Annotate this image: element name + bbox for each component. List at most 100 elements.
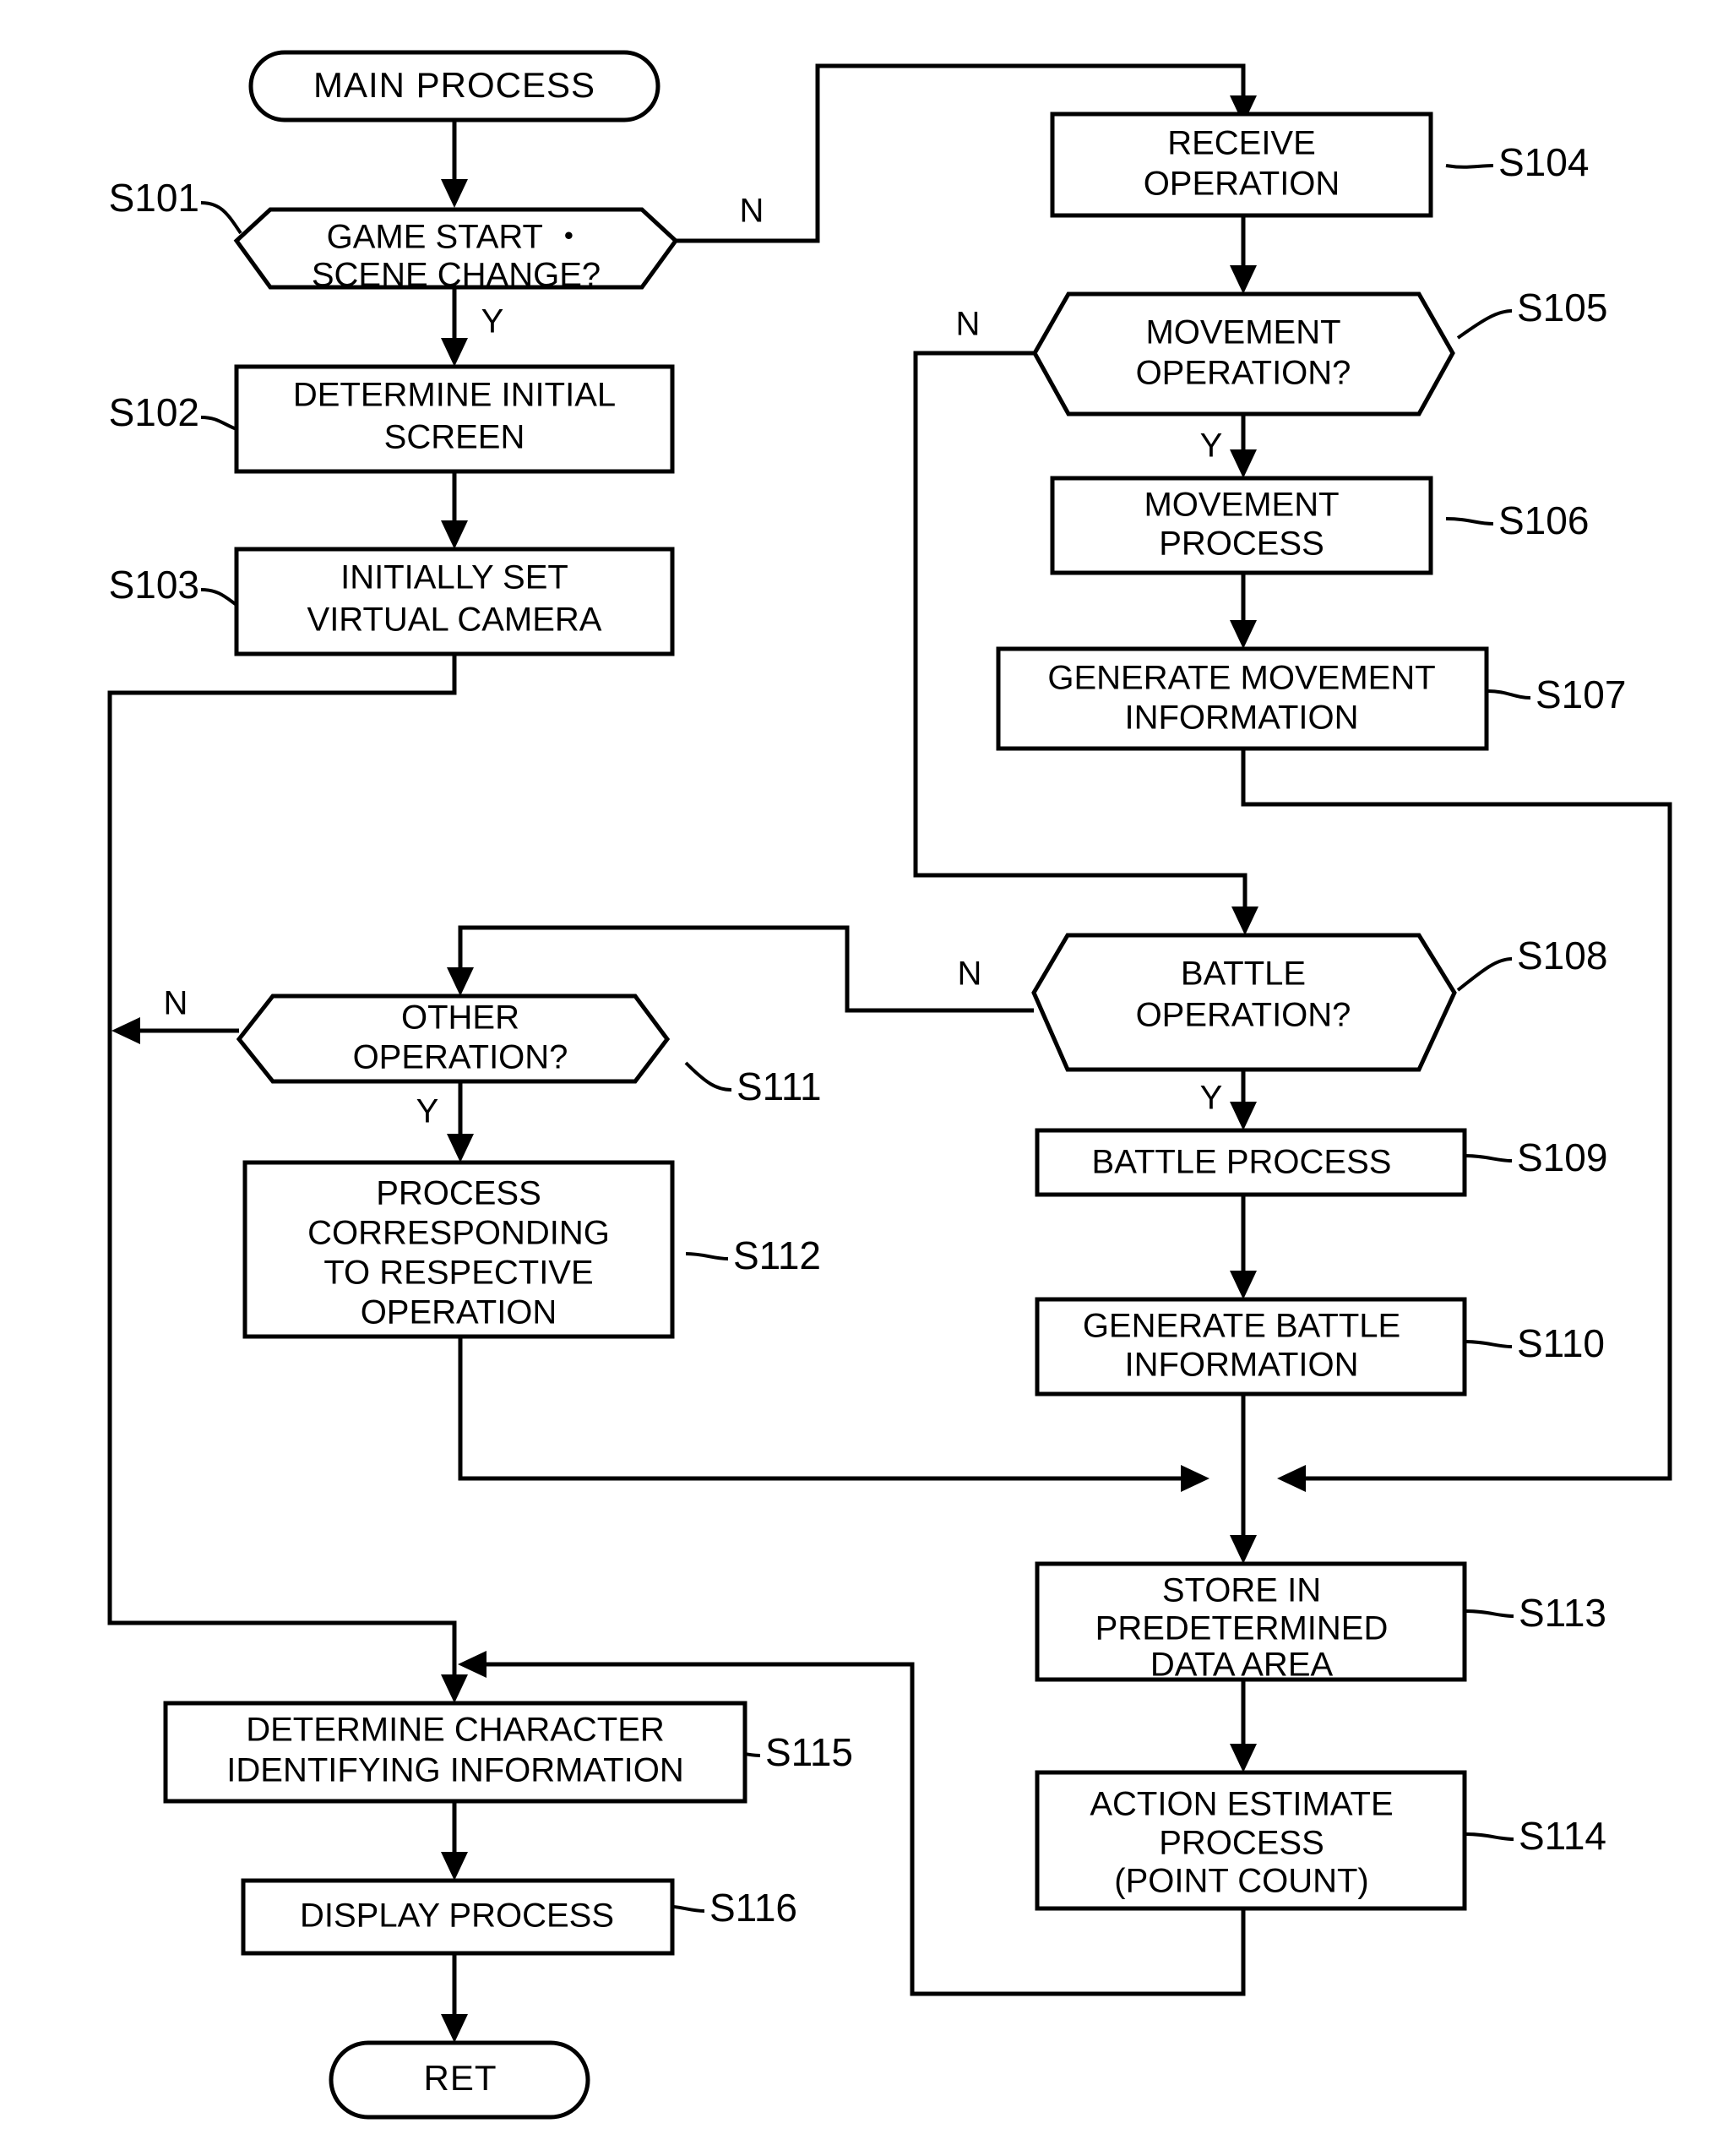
arrowhead-s112-to-junction [1181,1465,1209,1492]
s108-label-line1: BATTLE [1181,956,1306,993]
node-s110: GENERATE BATTLE INFORMATION S110 [1035,1297,1605,1396]
s114-label-line1: ACTION ESTIMATE [1090,1786,1393,1823]
arrowhead-s111-no-to-rail [111,1017,140,1044]
s106-label-line1: MOVEMENT [1144,487,1339,524]
s107-label-line1: GENERATE MOVEMENT [1047,660,1435,697]
node-s116: DISPLAY PROCESS S116 [241,1878,797,1956]
s114-label-line3: (POINT COUNT) [1114,1863,1368,1900]
node-s111: OTHER OPERATION? S111 N Y [164,985,822,1130]
node-end: RET [329,2040,590,2120]
s101-branch-yes: Y [481,303,504,340]
s103-label-line2: VIRTUAL CAMERA [307,602,602,639]
s110-label-line2: INFORMATION [1124,1347,1358,1384]
s101-branch-no: N [740,193,764,230]
arrowhead-start-to-s101 [441,179,468,208]
node-s103: INITIALLY SET VIRTUAL CAMERA S103 [109,547,675,656]
s111-label-line2: OPERATION? [353,1039,568,1076]
s112-label-line3: TO RESPECTIVE [323,1255,593,1292]
start-label: MAIN PROCESS [313,65,595,105]
s113-label-line3: DATA AREA [1150,1647,1334,1684]
s105-step-id: S105 [1517,286,1607,329]
arrowhead-s105-yes-to-s106 [1230,449,1257,478]
s107-label-line2: INFORMATION [1124,700,1358,737]
s112-step-id: S112 [733,1233,821,1277]
arrowhead-s103-to-s115 [441,1674,468,1703]
s102-step-id: S102 [109,390,199,434]
leader-s112 [685,1252,729,1260]
s111-branch-yes: Y [416,1093,439,1130]
arrowhead-s111-yes-to-s112 [447,1134,474,1162]
node-s102: DETERMINE INITIAL SCREEN S102 [109,364,675,474]
node-s109: BATTLE PROCESS S109 [1035,1128,1607,1197]
s104-label-line2: OPERATION [1144,166,1340,203]
s111-branch-no: N [164,985,188,1022]
node-s115: DETERMINE CHARACTER IDENTIFYING INFORMAT… [163,1701,853,1804]
arrowhead-s104-to-s105 [1230,265,1257,294]
s105-label-line1: MOVEMENT [1145,314,1340,351]
arrowhead-s106-to-s107 [1230,620,1257,649]
s105-branch-no: N [956,306,981,343]
leader-s105 [1456,309,1513,340]
arrowhead-s113-to-s114 [1230,1744,1257,1772]
s113-label-line1: STORE IN [1162,1572,1321,1609]
arrowhead-s110-to-s113 [1230,1535,1257,1564]
arrowhead-s101-yes-to-s102 [441,338,468,367]
arrowhead-s102-to-s103 [441,520,468,549]
s109-step-id: S109 [1517,1135,1607,1179]
node-s113: STORE IN PREDETERMINED DATA AREA S113 [1035,1561,1606,1684]
s101-label-line2: SCENE CHANGE? [312,257,601,294]
node-s107: GENERATE MOVEMENT INFORMATION S107 [996,646,1626,751]
node-s108: BATTLE OPERATION? S108 N Y [958,933,1607,1117]
node-s106: MOVEMENT PROCESS S106 [1050,476,1589,575]
s104-label-line1: RECEIVE [1167,125,1316,162]
leader-s106 [1445,517,1494,525]
s104-step-id: S104 [1498,140,1589,184]
node-start: MAIN PROCESS [248,50,660,122]
arrowhead-s107-to-junction [1277,1465,1306,1492]
s102-label-line1: DETERMINE INITIAL [293,377,616,414]
s103-step-id: S103 [109,563,199,607]
s105-branch-yes: Y [1200,427,1223,465]
arrowhead-s108-no-to-s111 [447,967,474,996]
connector-s105-no-to-s108 [913,351,1248,919]
s112-label-line2: CORRESPONDING [307,1215,610,1252]
s115-label-line1: DETERMINE CHARACTER [246,1712,665,1749]
arrowhead-s108-yes-to-s109 [1230,1102,1257,1130]
node-s114: ACTION ESTIMATE PROCESS (POINT COUNT) S1… [1035,1770,1606,1911]
leader-s107 [1487,689,1531,700]
s108-branch-no: N [958,956,982,993]
s108-branch-yes: Y [1200,1080,1223,1117]
node-s104: RECEIVE OPERATION S104 [1050,112,1589,218]
s111-label-line1: OTHER [401,999,519,1037]
leader-s111 [684,1061,732,1092]
leader-s110 [1464,1340,1513,1348]
s110-step-id: S110 [1517,1321,1605,1365]
s101-step-id: S101 [109,176,199,220]
s111-step-id: S111 [737,1064,822,1108]
s102-label-line2: SCREEN [384,419,525,456]
leader-s108 [1456,957,1513,992]
s103-label-line1: INITIALLY SET [340,559,568,596]
leader-s101 [200,201,242,235]
arrowhead-s105-no-to-s108 [1231,906,1258,935]
arrowhead-s116-to-ret [441,2014,468,2043]
node-s112: PROCESS CORRESPONDING TO RESPECTIVE OPER… [242,1160,821,1339]
s106-label-line2: PROCESS [1159,525,1324,563]
flowchart-svg: MAIN PROCESS GAME START ・ SCENE CHANGE? … [107,50,1672,2120]
s113-step-id: S113 [1519,1591,1606,1635]
leader-s104 [1445,164,1494,169]
leader-s109 [1464,1154,1513,1162]
arrowhead-s109-to-s110 [1230,1271,1257,1299]
arrowhead-s114-to-s115 [458,1651,486,1678]
leader-s113 [1465,1609,1514,1618]
s108-step-id: S108 [1517,934,1607,977]
s113-label-line2: PREDETERMINED [1095,1610,1389,1647]
s106-step-id: S106 [1498,498,1589,542]
s114-step-id: S114 [1519,1814,1606,1858]
leader-s114 [1465,1832,1514,1841]
s116-label-line1: DISPLAY PROCESS [300,1897,614,1935]
arrowhead-s115-to-s116 [441,1852,468,1881]
s110-label-line1: GENERATE BATTLE [1083,1308,1400,1345]
end-label: RET [424,2058,497,2098]
leader-s103 [200,588,238,607]
